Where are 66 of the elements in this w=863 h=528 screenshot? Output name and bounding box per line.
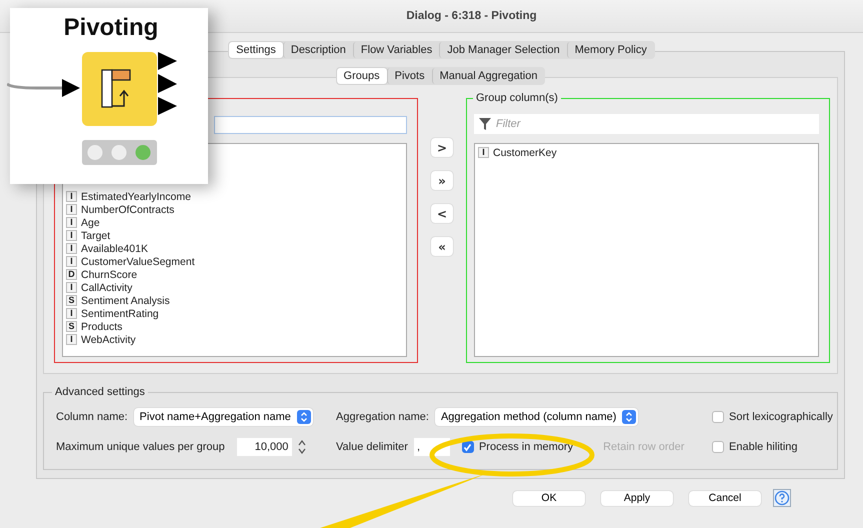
- move-button[interactable]: «: [431, 237, 453, 256]
- field-label: Value delimiter: [336, 441, 408, 453]
- tab[interactable]: Pivots: [386, 68, 432, 84]
- field-label: Aggregation name:: [336, 411, 429, 423]
- column-name[interactable]: CustomerKey: [493, 146, 557, 158]
- filter-input[interactable]: Filter: [494, 117, 798, 131]
- type-badge: I: [478, 147, 489, 158]
- number-field[interactable]: 10,000: [236, 438, 292, 456]
- type-badge: S: [66, 321, 77, 332]
- type-badge: I: [66, 204, 77, 215]
- checkbox[interactable]: [462, 441, 474, 453]
- column-name[interactable]: Products: [81, 320, 122, 332]
- checkbox-label: Sort lexicographically: [729, 411, 833, 423]
- filter-field[interactable]: [214, 116, 407, 134]
- tab[interactable]: Groups: [336, 68, 387, 84]
- type-badge: I: [66, 308, 77, 319]
- column-name[interactable]: ChurnScore: [81, 268, 138, 280]
- move-button[interactable]: »: [431, 171, 453, 190]
- type-badge: I: [66, 256, 77, 267]
- column-name[interactable]: Target: [81, 230, 110, 242]
- type-badge: I: [66, 230, 77, 241]
- column-name[interactable]: NumberOfContracts: [81, 204, 174, 216]
- group-title: Advanced settings: [52, 386, 148, 398]
- filter-field[interactable]: Filter: [474, 114, 819, 134]
- type-badge: I: [66, 217, 77, 228]
- tab[interactable]: Settings: [229, 42, 283, 58]
- column-name[interactable]: WebActivity: [81, 334, 136, 346]
- panel-title: Group column(s): [473, 92, 561, 104]
- tab[interactable]: Description: [282, 42, 353, 58]
- checkbox-label: Process in memory: [478, 441, 574, 453]
- checkbox-label: Enable hiliting: [729, 441, 798, 453]
- column-name[interactable]: Available401K: [81, 242, 148, 254]
- type-badge: I: [66, 282, 77, 293]
- window-title: Dialog - 6:318 - Pivoting: [406, 10, 537, 22]
- column-name[interactable]: CallActivity: [81, 282, 132, 294]
- checkbox-label: Retain row order: [603, 441, 684, 453]
- move-button[interactable]: <: [431, 204, 453, 223]
- checkbox[interactable]: [712, 441, 724, 453]
- dialog-button[interactable]: Apply: [601, 490, 673, 506]
- type-badge: I: [66, 191, 77, 202]
- column-name[interactable]: EstimatedYearlyIncome: [81, 190, 191, 202]
- dialog-button[interactable]: OK: [513, 490, 585, 506]
- move-button[interactable]: >: [431, 138, 453, 157]
- spinner-icon[interactable]: [298, 439, 306, 455]
- checkbox[interactable]: [712, 411, 724, 423]
- column-name[interactable]: Sentiment Analysis: [81, 294, 170, 306]
- type-badge: S: [66, 295, 77, 306]
- node-title: Pivoting: [64, 14, 158, 42]
- type-badge: D: [66, 269, 77, 280]
- column-name[interactable]: Age: [81, 216, 100, 228]
- dropdown-arrows-icon: [622, 410, 636, 424]
- column-name-dropdown[interactable]: Pivot name+Aggregation name: [134, 408, 313, 426]
- column-name[interactable]: CustomerValueSegment: [81, 256, 195, 268]
- type-badge: I: [66, 334, 77, 345]
- dialog-button[interactable]: Cancel: [689, 490, 761, 506]
- filter-icon: [479, 118, 491, 130]
- tab[interactable]: Memory Policy: [566, 42, 654, 58]
- type-badge: I: [66, 243, 77, 254]
- dropdown-arrows-icon: [296, 410, 311, 424]
- help-icon[interactable]: [773, 489, 791, 507]
- tab[interactable]: Flow Variables: [352, 42, 440, 58]
- column-name[interactable]: SentimentRating: [81, 308, 159, 320]
- field-label: Column name:: [56, 411, 128, 423]
- tab[interactable]: Job Manager Selection: [439, 42, 567, 58]
- field-label: Maximum unique values per group: [56, 441, 225, 453]
- aggregation-name-dropdown[interactable]: Aggregation method (column name): [434, 408, 638, 426]
